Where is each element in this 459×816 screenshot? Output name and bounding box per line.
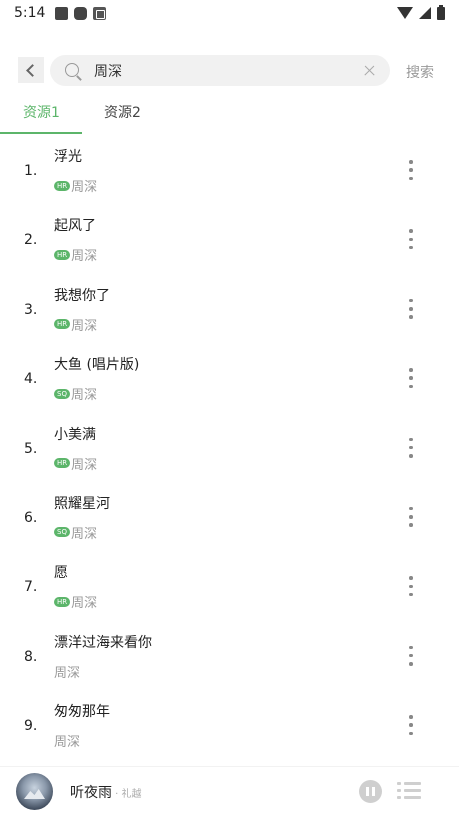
wifi-icon — [397, 7, 413, 19]
more-icon[interactable] — [408, 645, 414, 666]
song-title: 我想你了 — [54, 287, 110, 304]
song-index: 5. — [24, 440, 38, 457]
song-row[interactable]: 9. 匆匆那年 周深 — [0, 690, 459, 759]
song-row[interactable]: 5. 小美满 HR 周深 — [0, 413, 459, 482]
song-artist: 周深 — [71, 318, 98, 334]
clear-icon[interactable] — [363, 64, 376, 77]
more-icon[interactable] — [408, 506, 414, 527]
search-icon — [64, 62, 82, 80]
tab-source-1[interactable]: 资源1 — [23, 102, 60, 122]
more-icon[interactable] — [408, 715, 414, 736]
song-row[interactable]: 4. 大鱼 (唱片版) SQ 周深 — [0, 343, 459, 412]
song-title: 大鱼 (唱片版) — [54, 357, 140, 374]
song-artist: 周深 — [71, 596, 98, 612]
status-time: 5:14 — [14, 5, 46, 21]
quality-badge: SQ — [54, 388, 70, 399]
song-title: 浮光 — [54, 149, 82, 165]
song-meta: 周深 — [54, 731, 80, 750]
song-meta: HR 周深 — [54, 176, 97, 195]
song-meta: HR 周深 — [54, 315, 97, 334]
more-icon[interactable] — [408, 229, 414, 250]
quality-badge: HR — [54, 180, 71, 191]
quality-badge: HR — [54, 319, 71, 330]
quality-badge: HR — [54, 249, 71, 260]
song-title: 愿 — [54, 565, 68, 582]
song-artist: 周深 — [71, 457, 98, 473]
more-icon[interactable] — [408, 160, 414, 180]
song-title: 起风了 — [54, 218, 96, 235]
now-playing-title: 听夜雨 · 礼越 — [70, 782, 142, 802]
song-artist: 周深 — [70, 526, 97, 542]
search-input[interactable] — [94, 62, 354, 79]
status-bar: 5:14 — [0, 0, 459, 26]
more-icon[interactable] — [408, 437, 414, 458]
quality-badge: SQ — [54, 527, 70, 538]
search-bar: 搜索 — [0, 50, 459, 90]
song-index: 2. — [24, 232, 38, 249]
song-title: 漂洋过海来看你 — [54, 634, 152, 651]
song-meta: SQ 周深 — [54, 523, 97, 542]
back-button[interactable] — [18, 57, 44, 83]
song-list: 1. 浮光 HR 周深 2. 起风了 HR 周深 3. 我想你了 HR 周深 4… — [0, 135, 459, 760]
app-notification-icon — [74, 6, 88, 20]
song-artist: 周深 — [71, 249, 98, 265]
song-index: 3. — [24, 301, 38, 318]
song-artist: 周深 — [70, 388, 97, 404]
quality-badge: HR — [54, 596, 71, 607]
song-row[interactable]: 7. 愿 HR 周深 — [0, 551, 459, 620]
search-box[interactable] — [50, 55, 390, 86]
song-row[interactable]: 1. 浮光 HR 周深 — [0, 135, 459, 204]
song-row[interactable]: 6. 照耀星河 SQ 周深 — [0, 482, 459, 551]
song-meta: HR 周深 — [54, 454, 97, 473]
song-index: 8. — [24, 648, 38, 665]
song-meta: 周深 — [54, 662, 80, 681]
song-meta: SQ 周深 — [54, 384, 97, 403]
mini-player[interactable]: 听夜雨 · 礼越 — [0, 766, 459, 816]
song-row[interactable]: 2. 起风了 HR 周深 — [0, 204, 459, 273]
song-title: 匆匆那年 — [54, 704, 110, 721]
tab-source-2[interactable]: 资源2 — [104, 102, 141, 122]
playlist-icon[interactable] — [397, 781, 421, 801]
font-notification-icon — [93, 6, 107, 20]
song-meta: HR 周深 — [54, 245, 97, 264]
album-art[interactable] — [16, 773, 53, 810]
status-right — [397, 4, 445, 20]
song-index: 1. — [24, 163, 38, 179]
song-artist: 周深 — [71, 180, 98, 195]
quality-badge: HR — [54, 458, 71, 469]
song-index: 6. — [24, 509, 38, 526]
tab-indicator — [0, 132, 82, 134]
more-icon[interactable] — [408, 576, 414, 597]
search-button[interactable]: 搜索 — [406, 62, 434, 82]
signal-icon — [419, 7, 431, 19]
source-tabs: 资源1 资源2 — [0, 96, 459, 134]
pause-icon[interactable] — [359, 780, 382, 803]
now-playing-artist: · 礼越 — [112, 789, 142, 800]
more-icon[interactable] — [408, 368, 414, 389]
battery-icon — [437, 4, 445, 20]
song-title: 照耀星河 — [54, 495, 110, 512]
now-playing-song: 听夜雨 — [70, 785, 112, 801]
song-title: 小美满 — [54, 426, 96, 443]
song-index: 4. — [24, 371, 38, 388]
song-artist: 周深 — [54, 735, 81, 751]
song-row[interactable]: 8. 漂洋过海来看你 周深 — [0, 621, 459, 690]
song-index: 7. — [24, 579, 38, 596]
song-row[interactable]: 3. 我想你了 HR 周深 — [0, 274, 459, 343]
notification-icon — [55, 6, 69, 20]
more-icon[interactable] — [408, 298, 414, 319]
back-icon — [26, 63, 39, 77]
song-artist: 周深 — [54, 665, 81, 681]
song-meta: HR 周深 — [54, 592, 97, 611]
song-index: 9. — [24, 718, 38, 735]
